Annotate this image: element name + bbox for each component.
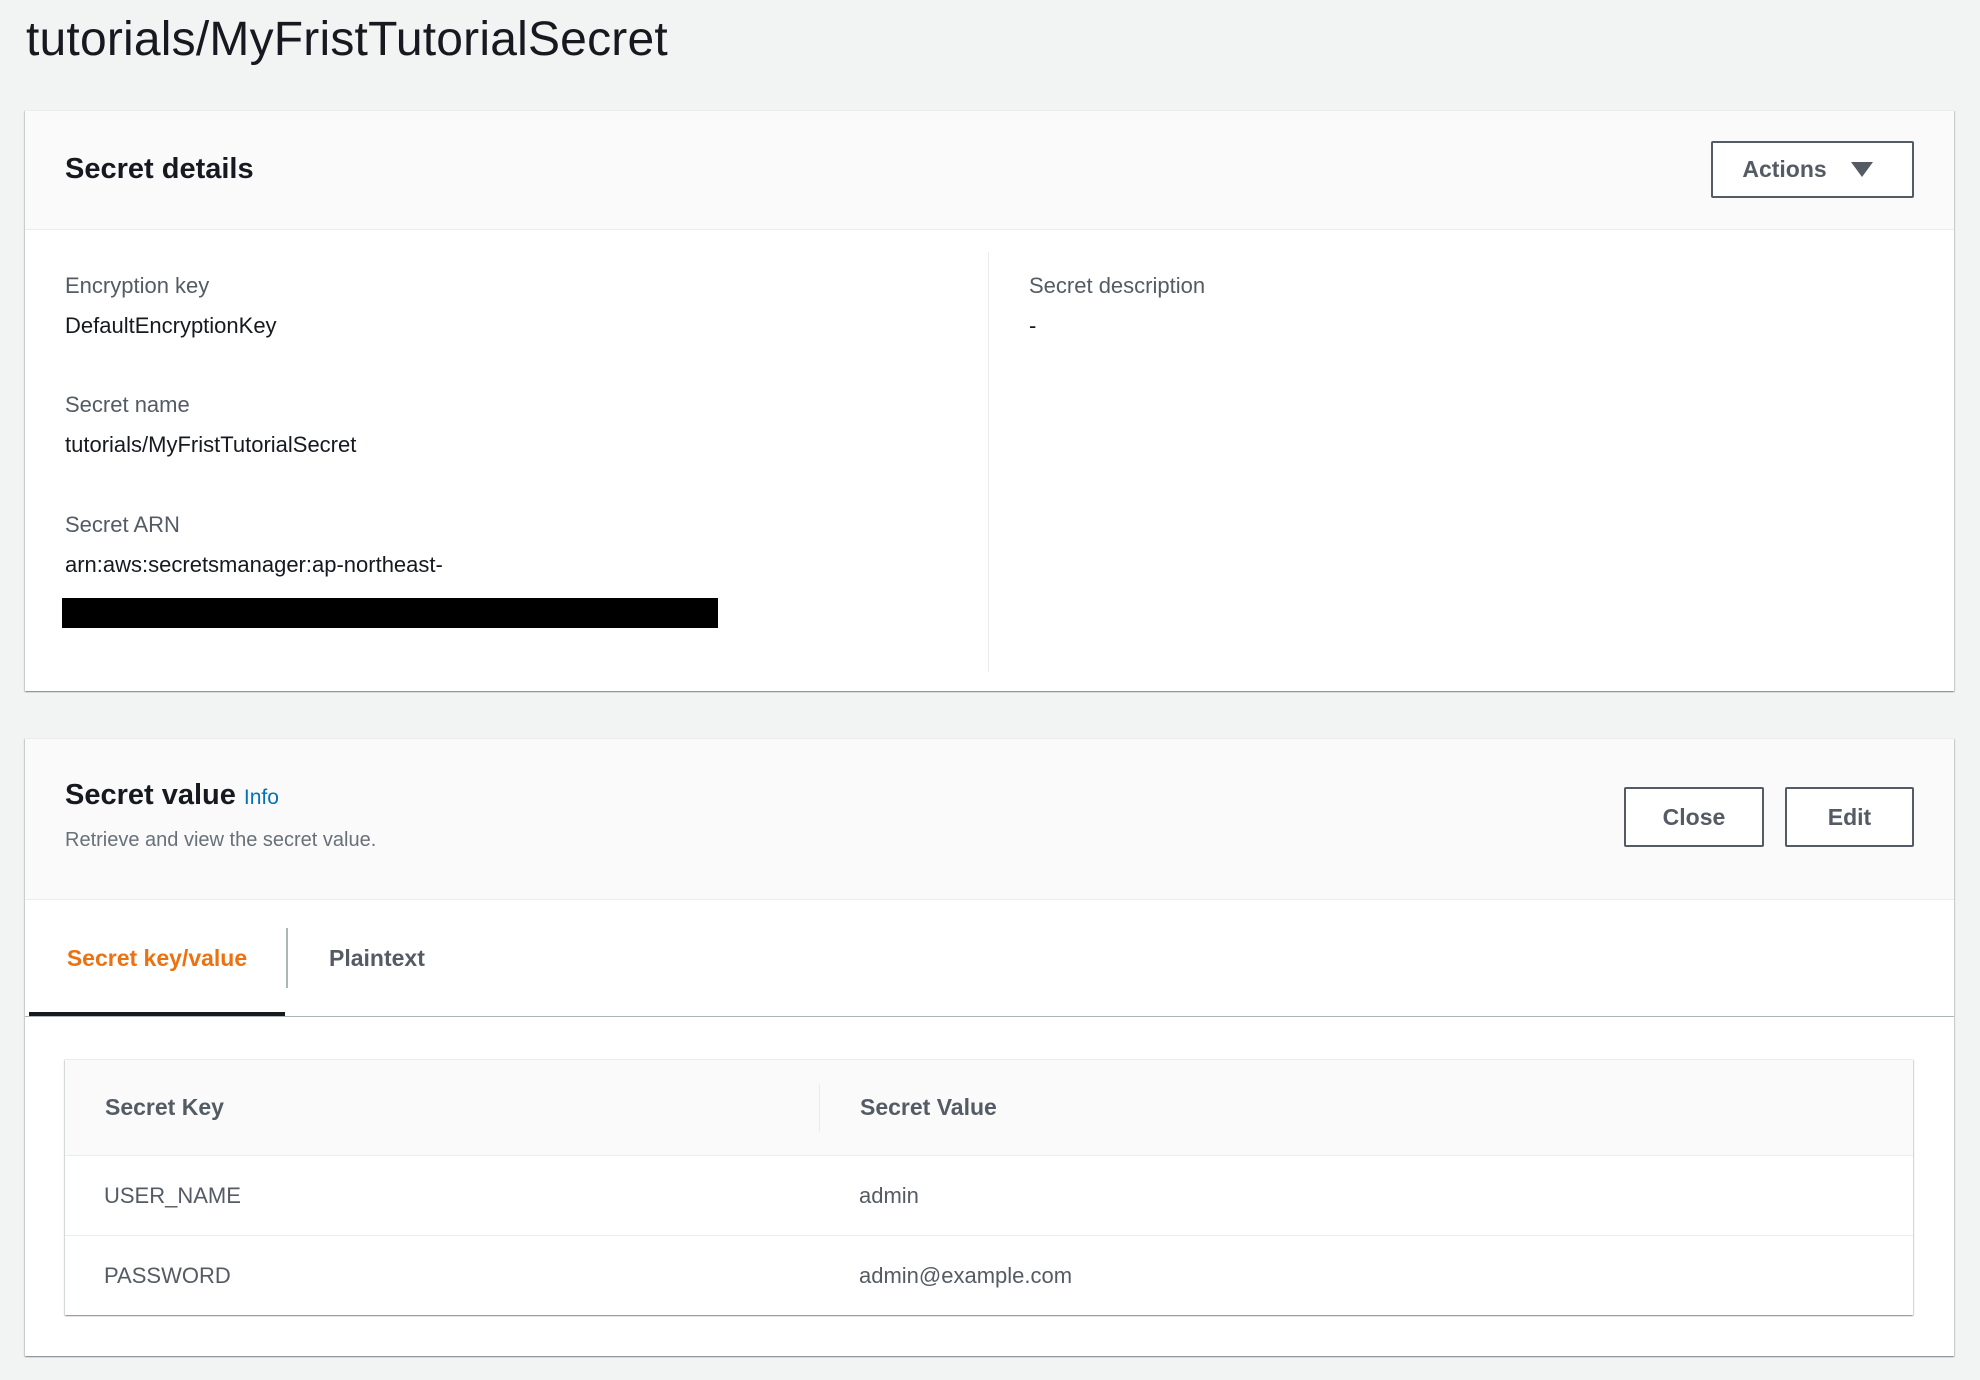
encryption-key-value: DefaultEncryptionKey bbox=[65, 313, 277, 338]
page-title: tutorials/MyFristTutorialSecret bbox=[26, 13, 668, 66]
secret-name-label: Secret name bbox=[65, 392, 190, 417]
tab-plaintext[interactable]: Plaintext bbox=[294, 900, 425, 1016]
secret-value-cell: admin@example.com bbox=[859, 1262, 1073, 1288]
secret-value-subtitle: Retrieve and view the secret value. bbox=[65, 829, 377, 851]
secret-key-cell: USER_NAME bbox=[65, 1155, 820, 1236]
secret-description-value: - bbox=[1029, 313, 1037, 338]
column-divider bbox=[988, 252, 989, 672]
secret-value-panel: Secret value Info Retrieve and view the … bbox=[25, 738, 1954, 1356]
actions-button[interactable]: Actions bbox=[1711, 141, 1914, 198]
close-button[interactable]: Close bbox=[1624, 787, 1764, 847]
secret-description-label: Secret description bbox=[1029, 273, 1206, 298]
secret-value-cell: admin bbox=[820, 1155, 1913, 1236]
secret-details-header: Secret details Actions bbox=[25, 111, 1954, 230]
column-header-secret-key: Secret Key bbox=[65, 1060, 820, 1156]
secret-value-heading: Secret value Info bbox=[65, 779, 279, 812]
secret-details-heading: Secret details bbox=[65, 153, 254, 185]
secret-value-tabs: Secret key/value Plaintext bbox=[25, 900, 1954, 1017]
table-header-row: Secret Key Secret Value bbox=[65, 1060, 1913, 1156]
table-row: PASSWORD admin@example.com bbox=[65, 1236, 1913, 1316]
arn-redaction-bar bbox=[62, 598, 718, 628]
secret-value-title: Secret value bbox=[65, 779, 236, 811]
tab-separator bbox=[286, 928, 288, 988]
secret-description-field: Secret description - bbox=[1029, 272, 1205, 340]
actions-button-label: Actions bbox=[1742, 156, 1827, 182]
info-link[interactable]: Info bbox=[244, 786, 279, 810]
tab-secret-key-value[interactable]: Secret key/value bbox=[29, 900, 285, 1016]
secret-key-cell: PASSWORD bbox=[104, 1262, 231, 1288]
encryption-key-label: Encryption key bbox=[65, 273, 210, 298]
secret-name-value: tutorials/MyFristTutorialSecret bbox=[65, 432, 357, 457]
secret-value-table-container: Secret Key Secret Value USER_NAME admin … bbox=[65, 1059, 1913, 1315]
table-row: USER_NAME admin bbox=[65, 1155, 1913, 1236]
secret-value-table: Secret Key Secret Value USER_NAME admin … bbox=[65, 1060, 1913, 1315]
edit-button[interactable]: Edit bbox=[1785, 787, 1914, 847]
secret-name-field: Secret name tutorials/MyFristTutorialSec… bbox=[65, 391, 356, 459]
secret-value-header: Secret value Info Retrieve and view the … bbox=[25, 739, 1954, 900]
encryption-key-field: Encryption key DefaultEncryptionKey bbox=[65, 272, 277, 340]
caret-down-icon bbox=[1850, 162, 1873, 177]
column-header-secret-value: Secret Value bbox=[820, 1060, 1913, 1156]
secret-details-body: Encryption key DefaultEncryptionKey Secr… bbox=[25, 230, 1954, 690]
secret-arn-label: Secret ARN bbox=[65, 512, 180, 537]
secret-details-panel: Secret details Actions Encryption key De… bbox=[25, 110, 1954, 691]
secret-arn-field: Secret ARN arn:aws:secretsmanager:ap-nor… bbox=[65, 511, 443, 579]
secret-arn-value: arn:aws:secretsmanager:ap-northeast- bbox=[65, 552, 443, 577]
